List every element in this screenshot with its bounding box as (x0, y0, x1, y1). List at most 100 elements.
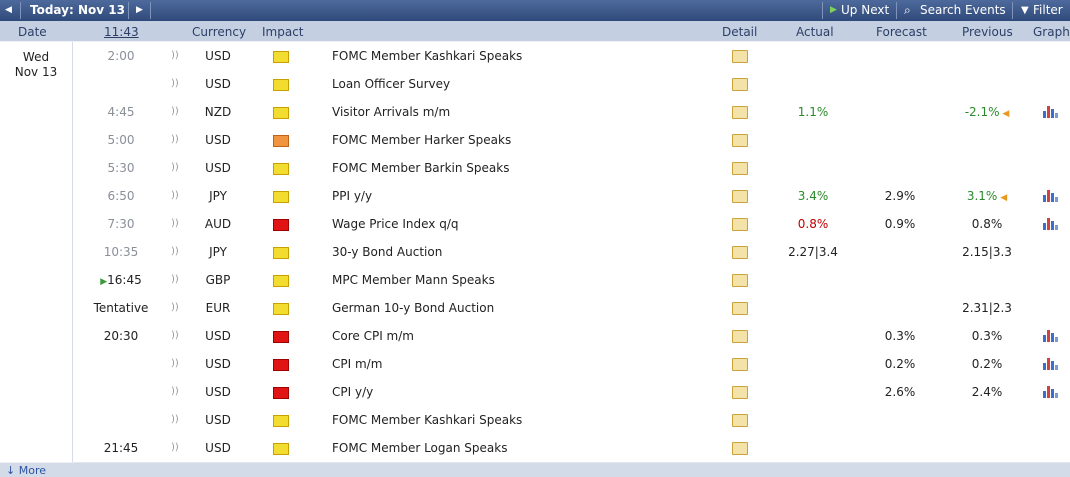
filter-button[interactable]: Filter (1033, 0, 1063, 21)
event-forecast: 0.3% (884, 329, 916, 343)
current-time-link[interactable]: 11:43 (104, 25, 139, 39)
event-currency: NZD (204, 105, 232, 119)
filter-icon: ▼ (1021, 5, 1029, 16)
sound-icon[interactable]: )) (171, 406, 183, 434)
event-actual (773, 70, 853, 98)
event-forecast (863, 98, 937, 126)
sound-icon[interactable]: )) (171, 154, 183, 182)
table-row: )) USD Loan Officer Survey (73, 70, 1070, 99)
event-actual (773, 406, 853, 434)
sound-icon[interactable]: )) (171, 126, 183, 154)
detail-folder-icon[interactable] (732, 78, 748, 91)
current-day-title[interactable]: Today: Nov 13 (30, 0, 125, 21)
previous-day-icon[interactable]: ◀ (5, 0, 12, 21)
event-title[interactable]: FOMC Member Barkin Speaks (332, 154, 712, 182)
toolbar-divider (896, 2, 897, 19)
event-forecast (863, 70, 937, 98)
event-forecast (863, 126, 937, 154)
detail-folder-icon[interactable] (732, 50, 748, 63)
next-day-icon[interactable]: ▶ (136, 0, 143, 21)
detail-folder-icon[interactable] (732, 106, 748, 119)
event-title[interactable]: FOMC Member Logan Speaks (332, 434, 712, 462)
sound-icon[interactable]: )) (171, 266, 183, 294)
graph-icon[interactable] (1043, 218, 1059, 230)
event-title[interactable]: Loan Officer Survey (332, 70, 712, 98)
sound-icon[interactable]: )) (171, 322, 183, 350)
event-title[interactable]: CPI y/y (332, 378, 712, 406)
detail-folder-icon[interactable] (732, 358, 748, 371)
event-previous (947, 434, 1027, 462)
event-currency: USD (205, 133, 231, 147)
sound-icon[interactable]: )) (171, 210, 183, 238)
event-title[interactable]: FOMC Member Kashkari Speaks (332, 406, 712, 434)
sound-icon[interactable]: )) (171, 434, 183, 462)
detail-folder-icon[interactable] (732, 302, 748, 315)
sound-icon[interactable]: )) (171, 238, 183, 266)
sound-icon[interactable]: )) (171, 350, 183, 378)
event-previous: -2.1% ◀ (964, 105, 1010, 119)
graph-icon[interactable] (1043, 106, 1059, 118)
event-currency: USD (205, 413, 231, 427)
event-title[interactable]: PPI y/y (332, 182, 712, 210)
sound-icon[interactable]: )) (171, 70, 183, 98)
sound-icon[interactable]: )) (171, 294, 183, 322)
detail-folder-icon[interactable] (732, 190, 748, 203)
event-actual: 2.27|3.4 (788, 245, 838, 259)
event-title[interactable]: German 10-y Bond Auction (332, 294, 712, 322)
sound-icon[interactable]: )) (171, 182, 183, 210)
revision-icon: ◀ (999, 109, 1010, 119)
event-title[interactable]: Wage Price Index q/q (332, 210, 712, 238)
event-previous: 0.2% (971, 357, 1003, 371)
detail-folder-icon[interactable] (732, 274, 748, 287)
event-title[interactable]: Core CPI m/m (332, 322, 712, 350)
play-icon: ▶ (830, 5, 837, 15)
table-row: 21:45)) USD FOMC Member Logan Speaks (73, 434, 1070, 463)
sound-icon[interactable]: )) (171, 378, 183, 406)
column-impact: Impact (262, 25, 304, 39)
event-previous: 0.3% (971, 329, 1003, 343)
event-time: 4:45 (107, 105, 135, 119)
detail-folder-icon[interactable] (732, 386, 748, 399)
event-title[interactable]: Visitor Arrivals m/m (332, 98, 712, 126)
event-forecast: 0.9% (884, 217, 916, 231)
event-previous: 2.31|2.3 (962, 301, 1012, 315)
detail-folder-icon[interactable] (732, 134, 748, 147)
table-row: 5:30)) USD FOMC Member Barkin Speaks (73, 154, 1070, 183)
table-row: )) USD FOMC Member Kashkari Speaks (73, 406, 1070, 435)
event-title[interactable]: 30-y Bond Auction (332, 238, 712, 266)
column-forecast: Forecast (876, 25, 927, 39)
detail-folder-icon[interactable] (732, 162, 748, 175)
event-previous (947, 42, 1027, 70)
event-forecast (863, 238, 937, 266)
graph-icon[interactable] (1043, 330, 1059, 342)
event-actual (773, 294, 853, 322)
detail-folder-icon[interactable] (732, 414, 748, 427)
day-cell: Wed Nov 13 (0, 42, 73, 462)
graph-icon[interactable] (1043, 190, 1059, 202)
sound-icon[interactable]: )) (171, 98, 183, 126)
event-time (73, 70, 169, 98)
event-title[interactable]: FOMC Member Kashkari Speaks (332, 42, 712, 70)
detail-folder-icon[interactable] (732, 442, 748, 455)
more-link[interactable]: ↓ More (6, 464, 46, 477)
graph-icon[interactable] (1043, 358, 1059, 370)
table-row: 5:00)) USD FOMC Member Harker Speaks (73, 126, 1070, 155)
graph-icon[interactable] (1043, 386, 1059, 398)
detail-folder-icon[interactable] (732, 330, 748, 343)
detail-folder-icon[interactable] (732, 218, 748, 231)
up-next-button[interactable]: Up Next (841, 0, 889, 21)
column-header: Date 11:43 Currency Impact Detail Actual… (0, 21, 1070, 41)
search-events-button[interactable]: Search Events (920, 0, 1006, 21)
event-forecast (863, 154, 937, 182)
revision-icon: ◀ (997, 193, 1008, 203)
event-title[interactable]: CPI m/m (332, 350, 712, 378)
event-forecast (863, 42, 937, 70)
event-title[interactable]: MPC Member Mann Speaks (332, 266, 712, 294)
impact-icon (273, 51, 289, 63)
detail-folder-icon[interactable] (732, 246, 748, 259)
more-label: More (18, 464, 46, 477)
calendar-toolbar: ◀ Today: Nov 13 ▶ ▶ Up Next ⌕ Search Eve… (0, 0, 1070, 21)
sound-icon[interactable]: )) (171, 42, 183, 70)
event-title[interactable]: FOMC Member Harker Speaks (332, 126, 712, 154)
impact-icon (273, 247, 289, 259)
